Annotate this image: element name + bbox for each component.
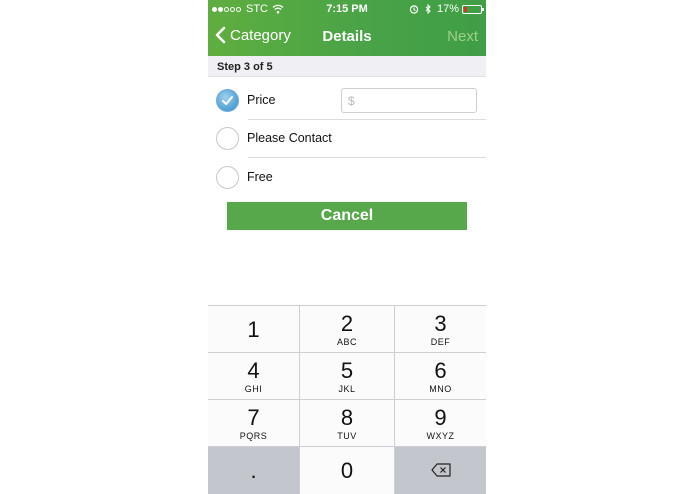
key-delete[interactable]	[395, 447, 486, 494]
key-3[interactable]: 3 DEF	[395, 306, 486, 352]
nav-bar: Category Details Next	[208, 18, 486, 56]
key-digit: 1	[247, 317, 260, 342]
key-4[interactable]: 4 GHI	[208, 353, 299, 399]
price-input[interactable]	[341, 88, 477, 113]
radio-free[interactable]	[216, 166, 239, 189]
key-letters: PQRS	[239, 431, 268, 441]
key-letters: DEF	[430, 337, 451, 347]
status-right: 17%	[409, 3, 484, 15]
key-letters: JKL	[338, 384, 356, 394]
key-decimal[interactable]: .	[208, 447, 299, 494]
radio-please-contact[interactable]	[216, 127, 239, 150]
option-row-free[interactable]: Free	[208, 158, 486, 196]
back-button-label: Category	[230, 26, 291, 44]
key-0[interactable]: 0	[300, 447, 394, 494]
key-digit: 9	[434, 405, 447, 430]
chevron-left-icon	[215, 26, 226, 44]
key-letters: MNO	[429, 384, 452, 394]
option-label-free: Free	[247, 170, 273, 184]
key-2[interactable]: 2 ABC	[300, 306, 394, 352]
key-letters: ABC	[336, 337, 357, 347]
key-digit: 5	[340, 358, 354, 383]
key-7[interactable]: 7 PQRS	[208, 400, 299, 446]
checkmark-icon	[222, 96, 233, 105]
key-digit: 7	[247, 405, 260, 430]
option-row-please-contact[interactable]: Please Contact	[208, 119, 486, 157]
key-letters: GHI	[244, 384, 263, 394]
phone-screen: STC 7:15 PM 17% Category Details Next St…	[208, 0, 486, 494]
numeric-keypad: 1 2 ABC 3 DEF 4 GHI 5 JKL 6 MNO 7 PQRS 8…	[208, 305, 486, 494]
key-digit: 4	[247, 358, 260, 383]
key-digit: 6	[434, 358, 447, 383]
key-decimal-label: .	[250, 458, 257, 483]
header: STC 7:15 PM 17% Category Details Next	[208, 0, 486, 56]
step-indicator: Step 3 of 5	[208, 56, 486, 77]
option-label-please-contact: Please Contact	[247, 131, 332, 145]
backspace-icon	[430, 463, 451, 477]
key-9[interactable]: 9 WXYZ	[395, 400, 486, 446]
alarm-icon	[409, 5, 419, 14]
key-digit: 3	[434, 311, 447, 336]
key-digit: 8	[340, 405, 354, 430]
next-button[interactable]: Next	[447, 28, 478, 45]
bluetooth-icon	[425, 4, 431, 14]
key-6[interactable]: 6 MNO	[395, 353, 486, 399]
option-label-price: Price	[247, 93, 276, 107]
key-letters: WXYZ	[426, 431, 455, 441]
key-8[interactable]: 8 TUV	[300, 400, 394, 446]
cancel-button[interactable]: Cancel	[227, 202, 467, 230]
radio-price[interactable]	[216, 89, 239, 112]
battery-percent: 17%	[436, 3, 459, 15]
battery-level	[464, 6, 467, 12]
key-1[interactable]: 1	[208, 306, 299, 352]
key-digit: 2	[340, 311, 354, 336]
key-5[interactable]: 5 JKL	[300, 353, 394, 399]
back-button[interactable]: Category	[214, 26, 291, 44]
battery-nub	[482, 7, 484, 11]
key-digit: 0	[340, 458, 354, 483]
battery-icon	[462, 4, 484, 14]
status-bar: STC 7:15 PM 17%	[208, 0, 486, 18]
key-letters: TUV	[337, 431, 357, 441]
